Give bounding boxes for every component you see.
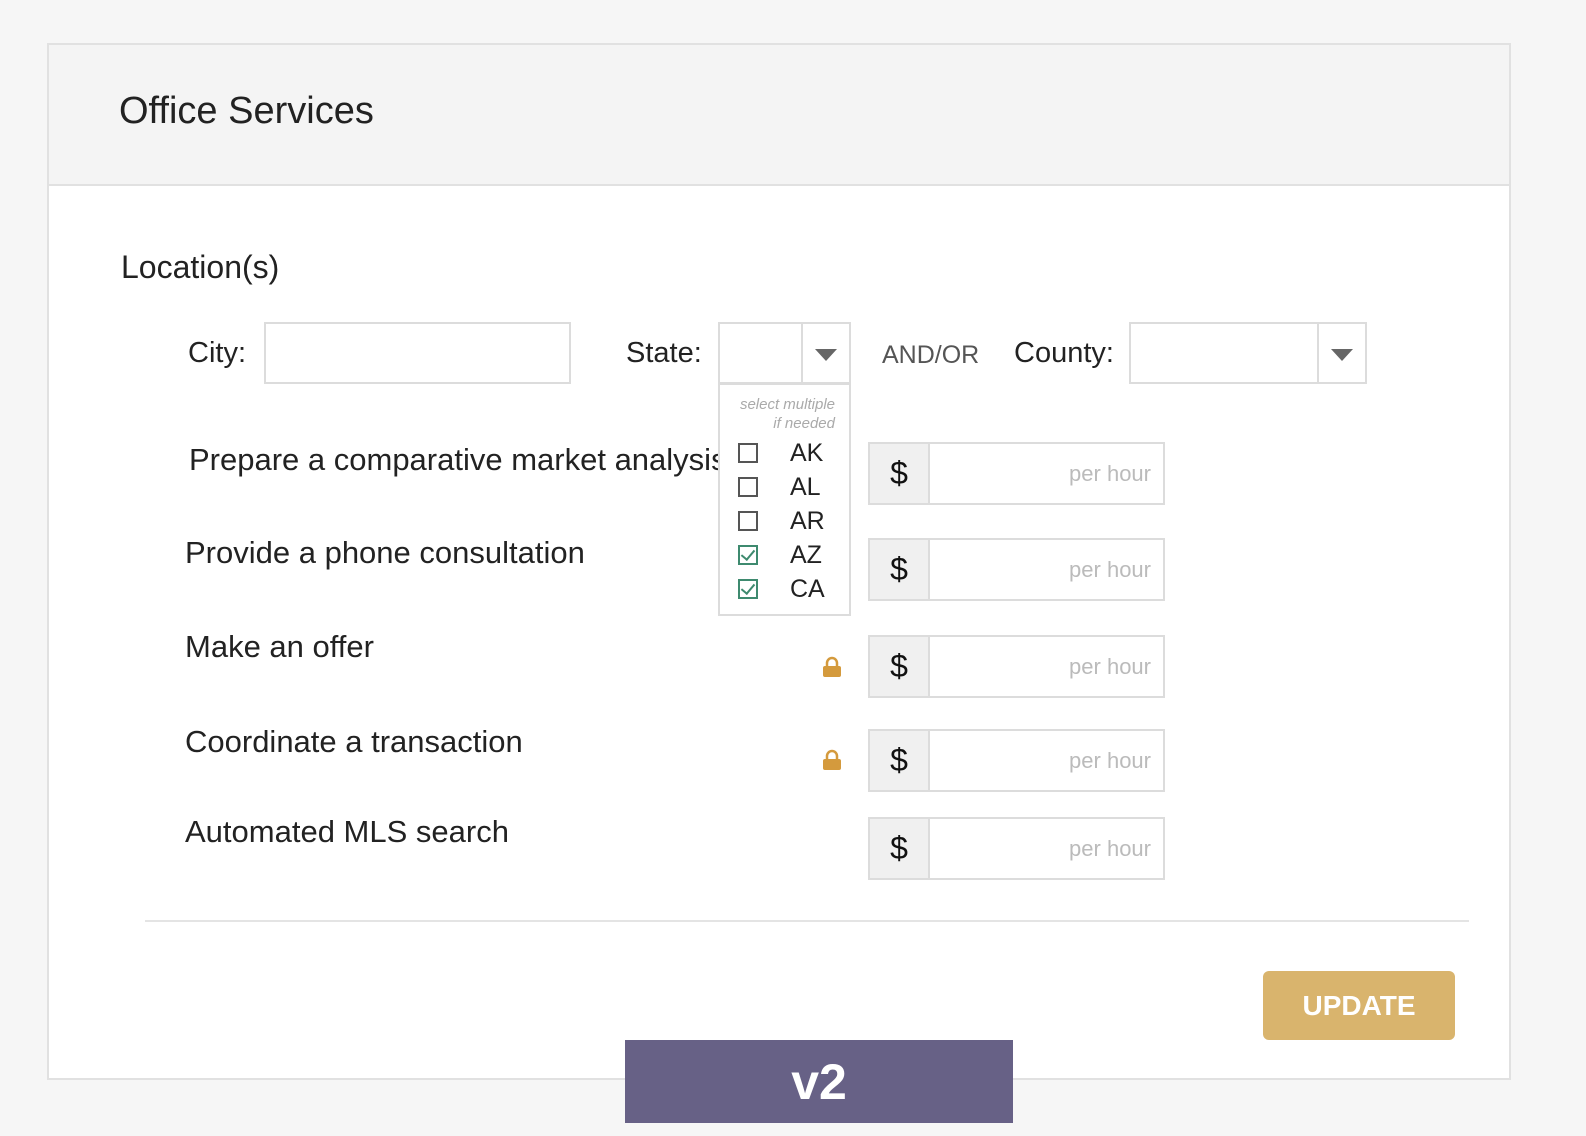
hint-line: select multiple <box>739 396 835 413</box>
version-badge: v2 <box>625 1040 1013 1123</box>
currency-addon: $ <box>870 444 930 503</box>
price-input-coordinate-transaction: $ <box>868 729 1165 792</box>
chevron-down-icon <box>815 349 837 361</box>
county-select[interactable] <box>1129 322 1367 384</box>
county-label: County: <box>1014 337 1114 369</box>
service-label-coordinate-transaction: Coordinate a transaction <box>185 724 523 759</box>
service-label-mls-search: Automated MLS search <box>185 814 509 849</box>
coordinate-transaction-rate-input[interactable] <box>930 731 1163 790</box>
chevron-down-icon <box>1331 349 1353 361</box>
price-input-make-offer: $ <box>868 635 1165 698</box>
price-input-cma: $ <box>868 442 1165 505</box>
state-dropdown-toggle[interactable] <box>801 324 849 382</box>
city-input[interactable] <box>264 322 571 384</box>
service-label-phone-consultation: Provide a phone consultation <box>185 535 585 570</box>
panel-header: Office Services <box>49 45 1509 186</box>
state-option-label: AZ <box>790 541 822 569</box>
dropdown-hint: select multiple if needed <box>725 395 835 433</box>
location-section-label: Location(s) <box>121 249 280 285</box>
state-option-label: CA <box>790 575 825 603</box>
checkbox[interactable] <box>738 477 758 497</box>
price-input-phone-consultation: $ <box>868 538 1165 601</box>
andor-label: AND/OR <box>882 341 980 369</box>
city-label: City: <box>188 337 246 369</box>
lock-icon <box>823 656 841 677</box>
state-label: State: <box>626 337 702 369</box>
price-input-mls-search: $ <box>868 817 1165 880</box>
checkbox[interactable] <box>738 443 758 463</box>
checkmark-icon <box>740 545 756 562</box>
state-select[interactable] <box>718 322 851 384</box>
mls-search-rate-input[interactable] <box>930 819 1163 878</box>
state-option-label: AL <box>790 473 821 501</box>
currency-addon: $ <box>870 540 930 599</box>
hint-line: if needed <box>773 415 835 432</box>
service-label-cma: Prepare a comparative market analysis <box>189 442 718 477</box>
office-services-panel: Office Services Location(s) City: State:… <box>47 43 1511 1080</box>
state-dropdown-menu: select multiple if needed AK AL AR AZ CA <box>718 383 851 616</box>
currency-addon: $ <box>870 731 930 790</box>
lock-icon <box>823 749 841 770</box>
checkbox[interactable] <box>738 511 758 531</box>
state-option-label: AK <box>790 439 824 467</box>
county-dropdown-toggle[interactable] <box>1317 324 1365 382</box>
checkmark-icon <box>740 579 756 596</box>
page-title: Office Services <box>119 90 374 132</box>
checkbox-checked[interactable] <box>738 545 758 565</box>
phone-consultation-rate-input[interactable] <box>930 540 1163 599</box>
currency-addon: $ <box>870 819 930 878</box>
service-label-make-offer: Make an offer <box>185 629 374 664</box>
make-offer-rate-input[interactable] <box>930 637 1163 696</box>
update-button[interactable]: UPDATE <box>1263 971 1455 1040</box>
currency-addon: $ <box>870 637 930 696</box>
checkbox-checked[interactable] <box>738 579 758 599</box>
section-divider <box>145 920 1469 922</box>
state-option-label: AR <box>790 507 825 535</box>
cma-rate-input[interactable] <box>930 444 1163 503</box>
